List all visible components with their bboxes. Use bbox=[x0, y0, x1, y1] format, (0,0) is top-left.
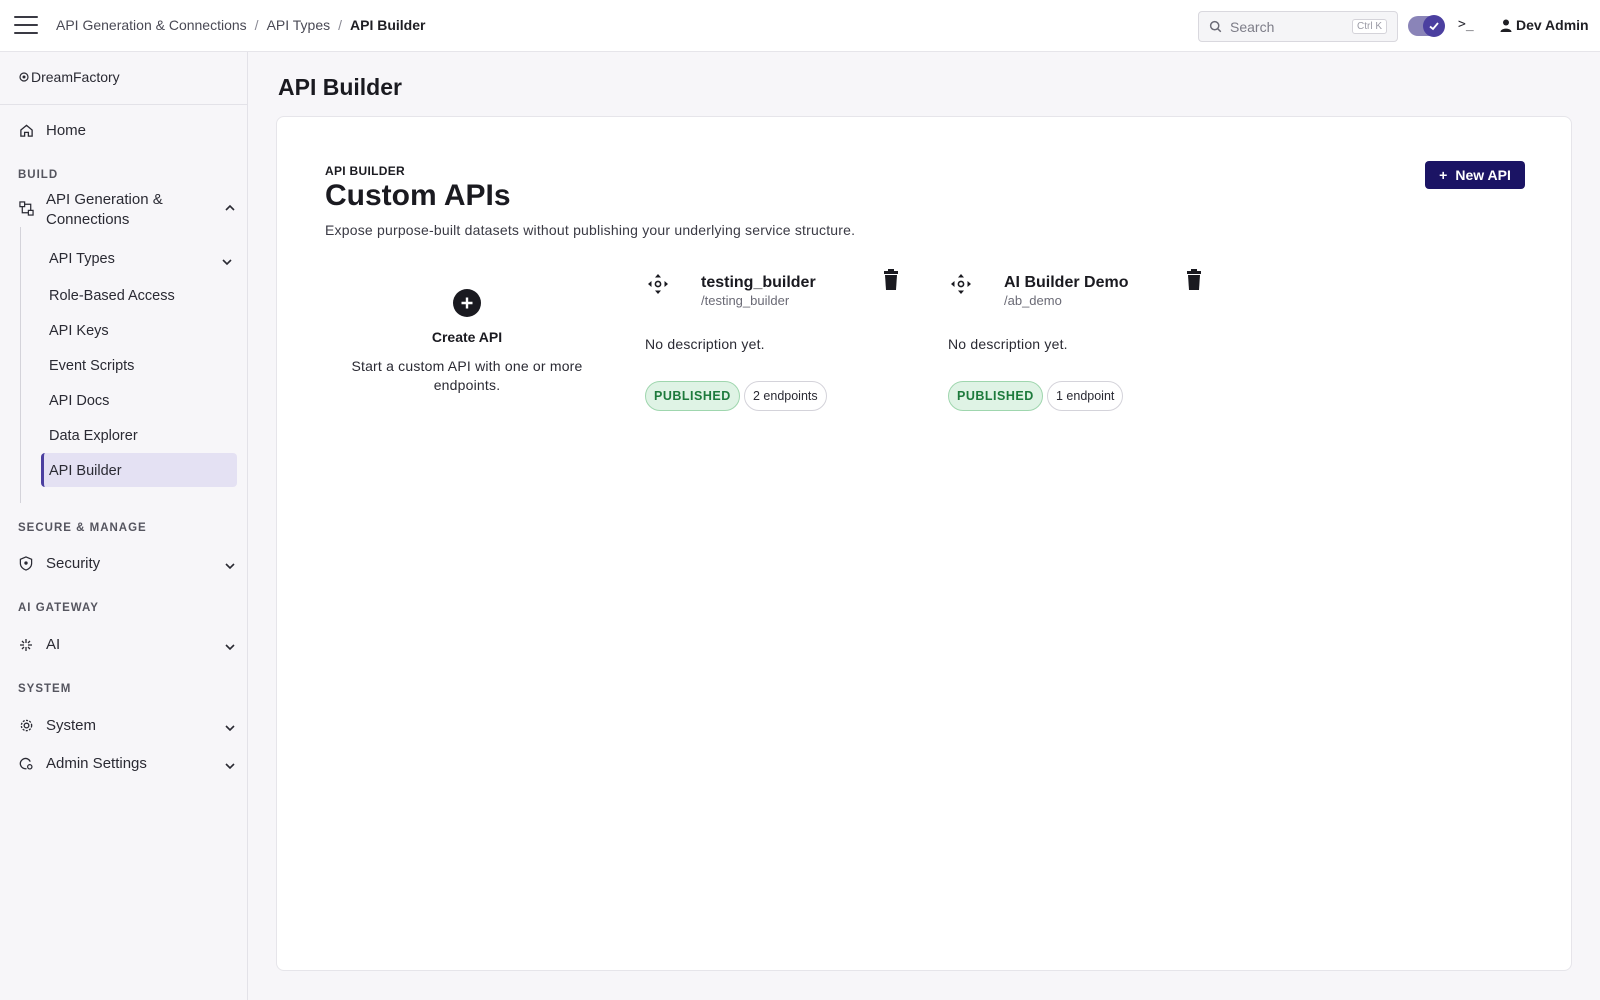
sidebar-item-label: AI bbox=[46, 636, 61, 653]
section-heading: Custom APIs bbox=[325, 179, 511, 212]
sidebar-item-api-docs[interactable]: API Docs bbox=[49, 393, 109, 409]
top-bar: API Generation & Connections / API Types… bbox=[0, 0, 1600, 52]
user-icon bbox=[1500, 19, 1512, 32]
sidebar-item-data-explorer[interactable]: Data Explorer bbox=[49, 428, 138, 444]
api-description: No description yet. bbox=[645, 336, 765, 352]
endpoint-count-badge: 1 endpoint bbox=[1047, 381, 1124, 411]
sidebar-item-label: Connections bbox=[46, 211, 130, 228]
api-card[interactable]: testing_builder /testing_builder No desc… bbox=[645, 269, 915, 419]
sidebar-item-label: API Generation & bbox=[46, 191, 163, 208]
api-description: No description yet. bbox=[948, 336, 1068, 352]
trash-icon[interactable] bbox=[881, 269, 901, 291]
section-label-system: SYSTEM bbox=[18, 683, 72, 695]
sidebar-item-api-keys[interactable]: API Keys bbox=[49, 323, 109, 339]
breadcrumb-api-builder: API Builder bbox=[350, 17, 426, 33]
sidebar-item-label: API Types bbox=[49, 251, 115, 267]
custom-apis-panel: API BUILDER Custom APIs Expose purpose-b… bbox=[276, 116, 1572, 971]
sidebar-item-admin-settings[interactable]: Admin Settings bbox=[18, 755, 238, 772]
user-name: Dev Admin bbox=[1516, 17, 1589, 33]
chevron-down-icon[interactable] bbox=[224, 760, 236, 772]
api-path: /ab_demo bbox=[1004, 293, 1062, 308]
home-icon bbox=[18, 123, 34, 139]
trash-icon[interactable] bbox=[1184, 269, 1204, 291]
sidebar-item-api-builder[interactable]: API Builder bbox=[49, 463, 122, 479]
sparkle-icon bbox=[18, 637, 34, 653]
section-label-build: BUILD bbox=[18, 169, 59, 181]
api-name: testing_builder bbox=[701, 274, 816, 291]
chevron-up-icon[interactable] bbox=[224, 202, 236, 214]
create-api-tile[interactable]: Create API Start a custom API with one o… bbox=[325, 289, 609, 395]
endpoint-count-badge: 2 endpoints bbox=[744, 381, 827, 411]
new-api-button[interactable]: + New API bbox=[1425, 161, 1525, 189]
chevron-down-icon[interactable] bbox=[221, 256, 233, 268]
gear-icon bbox=[18, 718, 34, 734]
api-path: /testing_builder bbox=[701, 293, 790, 308]
divider bbox=[0, 104, 247, 105]
breadcrumb-api-generation[interactable]: API Generation & Connections bbox=[56, 17, 247, 33]
sidebar-item-label: Admin Settings bbox=[46, 755, 147, 772]
api-name: AI Builder Demo bbox=[1004, 274, 1129, 291]
sidebar-item-system[interactable]: System bbox=[18, 717, 238, 734]
chevron-down-icon[interactable] bbox=[224, 560, 236, 572]
chevron-down-icon[interactable] bbox=[224, 641, 236, 653]
theme-toggle[interactable] bbox=[1408, 15, 1445, 37]
create-api-title: Create API bbox=[431, 329, 503, 345]
move-icon[interactable] bbox=[950, 273, 972, 295]
sidebar-item-api-types[interactable]: API Types bbox=[49, 251, 233, 267]
search-box[interactable]: Ctrl K bbox=[1198, 11, 1398, 42]
sidebar-item-role-based-access[interactable]: Role-Based Access bbox=[49, 288, 175, 304]
status-badge: PUBLISHED bbox=[948, 381, 1043, 411]
breadcrumb-separator: / bbox=[254, 17, 259, 33]
sidebar-item-label: Home bbox=[46, 122, 87, 139]
sidebar-item-event-scripts[interactable]: Event Scripts bbox=[49, 358, 134, 374]
sidebar-item-label: System bbox=[46, 717, 97, 734]
sidebar-item-api-generation[interactable]: API Generation & Connections bbox=[18, 190, 238, 230]
connections-icon bbox=[18, 200, 34, 216]
page-title: API Builder bbox=[278, 74, 402, 100]
logo-icon bbox=[19, 72, 29, 82]
menu-icon[interactable] bbox=[14, 16, 38, 36]
new-api-label: New API bbox=[1455, 167, 1511, 183]
search-shortcut: Ctrl K bbox=[1352, 19, 1387, 34]
section-description: Expose purpose-built datasets without pu… bbox=[325, 222, 856, 238]
logo[interactable]: DreamFactory bbox=[19, 69, 120, 85]
sidebar-item-ai[interactable]: AI bbox=[18, 636, 238, 653]
terminal-icon[interactable]: >_ bbox=[1458, 17, 1474, 32]
status-badge: PUBLISHED bbox=[645, 381, 740, 411]
plus-circle-icon bbox=[453, 289, 481, 317]
plus-icon: + bbox=[1439, 167, 1448, 183]
submenu-guide-line bbox=[20, 227, 21, 503]
breadcrumb: API Generation & Connections / API Types… bbox=[56, 17, 425, 33]
sidebar-item-home[interactable]: Home bbox=[18, 122, 86, 139]
section-label-ai-gateway: AI GATEWAY bbox=[18, 602, 99, 614]
breadcrumb-separator: / bbox=[338, 17, 343, 33]
chevron-down-icon[interactable] bbox=[224, 722, 236, 734]
search-input[interactable] bbox=[1230, 18, 1340, 35]
user-menu[interactable]: Dev Admin bbox=[1500, 17, 1589, 33]
create-api-description: Start a custom API with one or more endp… bbox=[351, 358, 583, 393]
eyebrow-label: API BUILDER bbox=[325, 164, 405, 178]
shield-icon bbox=[18, 556, 34, 572]
check-icon bbox=[1423, 15, 1445, 37]
search-icon bbox=[1209, 20, 1222, 33]
logo-text: DreamFactory bbox=[31, 69, 120, 85]
section-label-secure: SECURE & MANAGE bbox=[18, 522, 147, 534]
admin-settings-icon bbox=[18, 756, 34, 772]
api-card[interactable]: AI Builder Demo /ab_demo No description … bbox=[948, 269, 1218, 419]
move-icon[interactable] bbox=[647, 273, 669, 295]
breadcrumb-api-types[interactable]: API Types bbox=[267, 17, 331, 33]
sidebar: DreamFactory Home BUILD API Generation &… bbox=[0, 52, 248, 1000]
sidebar-item-label: Security bbox=[46, 555, 101, 572]
sidebar-item-security[interactable]: Security bbox=[18, 555, 238, 572]
